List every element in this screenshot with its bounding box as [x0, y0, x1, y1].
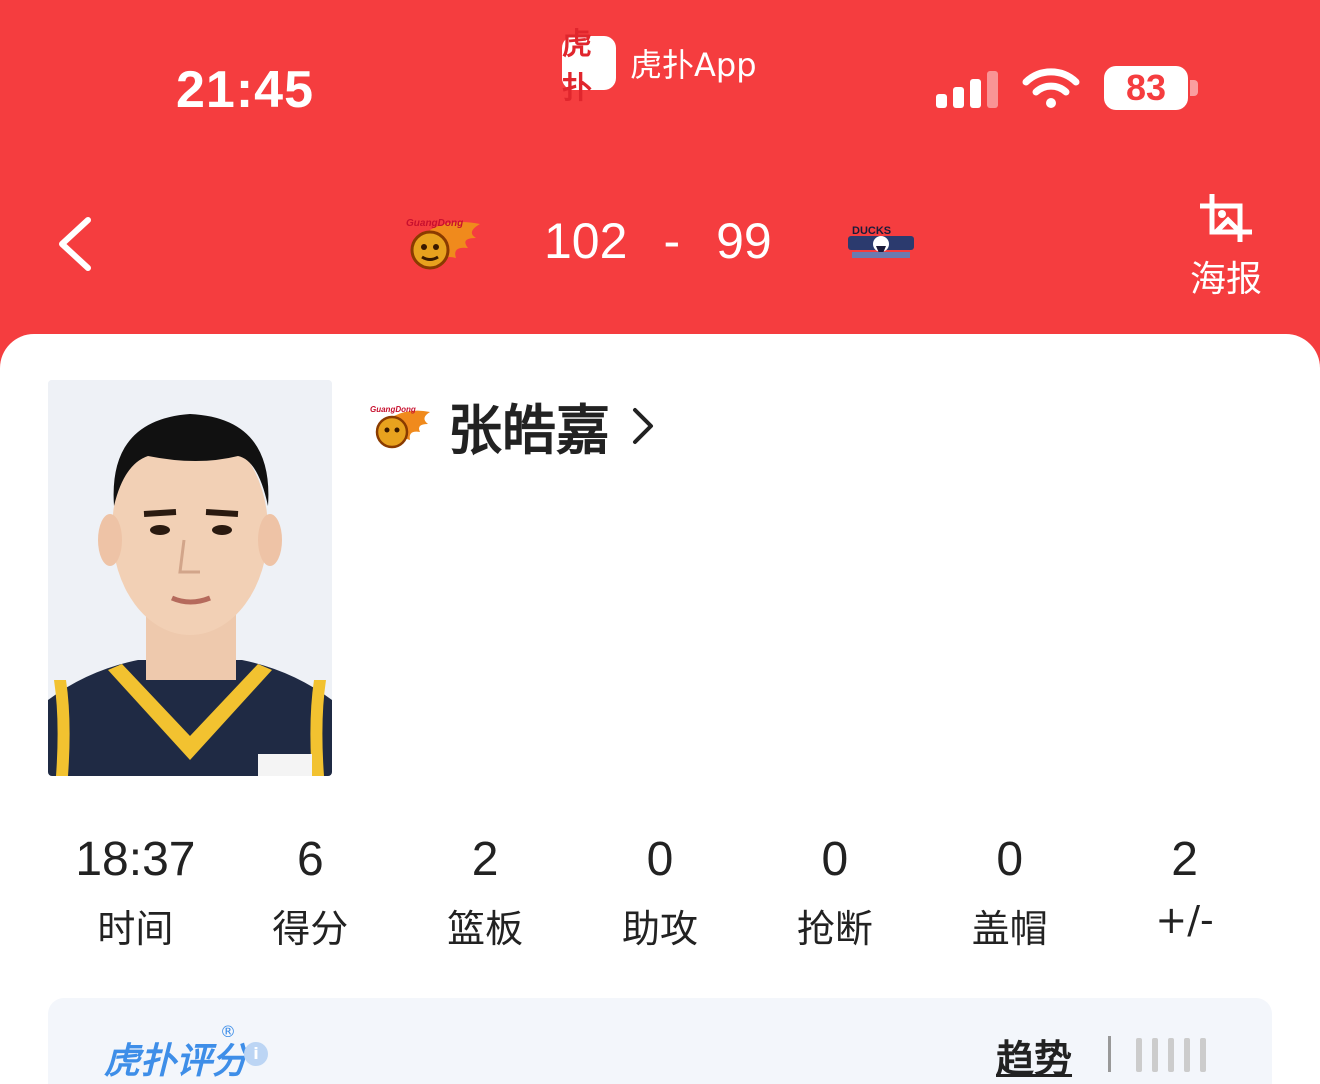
stat-label: 盖帽 — [971, 907, 1048, 951]
registered-mark: ® — [220, 1022, 236, 1041]
stat-value: 0 — [646, 833, 674, 886]
cellular-signal-icon — [936, 70, 998, 108]
stat-value: 2 — [1171, 833, 1198, 886]
stat-value: 0 — [996, 833, 1024, 886]
back-arrow-icon[interactable] — [52, 216, 96, 272]
player-photo — [48, 380, 332, 776]
hupu-rating-panel: 虎扑评分 ® i 趋势 — [48, 998, 1272, 1084]
app-badge: 虎扑 虎扑App — [562, 27, 757, 106]
chevron-right-icon — [633, 407, 653, 444]
stat-minutes: 18:37 时间 — [48, 830, 223, 953]
info-icon[interactable]: i — [244, 1042, 268, 1066]
poster-button[interactable]: 海报 — [1186, 192, 1266, 302]
stat-points: 6 得分 — [223, 830, 398, 953]
wifi-icon — [1022, 68, 1080, 108]
stat-value: 2 — [471, 833, 499, 886]
stat-label: 抢断 — [796, 907, 873, 951]
svg-text:GuangDong: GuangDong — [370, 405, 416, 414]
trend-tab[interactable]: 趋势 — [996, 1028, 1072, 1083]
stat-blocks: 0 盖帽 — [922, 830, 1097, 953]
stat-assists: 0 助攻 — [573, 830, 748, 953]
poster-image-icon — [1200, 194, 1252, 242]
stat-label: 助攻 — [622, 907, 699, 951]
player-team-logo: GuangDong — [370, 405, 430, 448]
player-stats: 18:37 时间 6 得分 2 篮板 0 助攻 0 抢断 0 盖帽 2 +/- — [48, 830, 1272, 953]
stat-value: 0 — [821, 833, 849, 886]
stat-value: 6 — [296, 833, 324, 886]
hupu-app-logo: 虎扑 — [562, 27, 616, 106]
battery-cap — [1190, 80, 1198, 96]
divider — [1108, 1036, 1111, 1072]
game-score: 102 - 99 — [544, 212, 772, 270]
stat-label: +/- — [1155, 898, 1214, 942]
status-time: 21:45 — [176, 61, 314, 119]
away-score: 99 — [716, 213, 772, 269]
svg-text:GuangDong: GuangDong — [406, 218, 463, 229]
score-separator: - — [663, 213, 681, 269]
app-name: 虎扑App — [630, 46, 757, 84]
stat-plus-minus: 2 +/- — [1097, 830, 1272, 953]
home-team-logo[interactable]: GuangDong — [400, 214, 484, 272]
away-team-logo[interactable]: DUCKS — [846, 222, 916, 262]
battery-icon: 83 — [1104, 66, 1188, 110]
stat-label: 时间 — [97, 907, 174, 951]
bar-chart-icon[interactable] — [1136, 1038, 1206, 1072]
player-name-row[interactable]: GuangDong 张皓嘉 — [370, 386, 656, 465]
player-name: 张皓嘉 — [448, 399, 610, 462]
svg-text:DUCKS: DUCKS — [852, 225, 891, 237]
player-card: GuangDong 张皓嘉 18:37 时间 6 得分 2 篮板 0 助攻 0 … — [0, 334, 1320, 1084]
stat-steals: 0 抢断 — [747, 830, 922, 953]
stat-value: 18:37 — [75, 833, 196, 886]
stat-label: 篮板 — [447, 907, 524, 951]
poster-label: 海报 — [1189, 259, 1262, 300]
battery-level: 83 — [1125, 67, 1167, 108]
home-score: 102 — [544, 213, 628, 269]
stat-rebounds: 2 篮板 — [398, 830, 573, 953]
stat-label: 得分 — [272, 907, 349, 951]
top-header: 21:45 虎扑 虎扑App 83 GuangDong 102 - 99 DUC… — [0, 0, 1320, 380]
